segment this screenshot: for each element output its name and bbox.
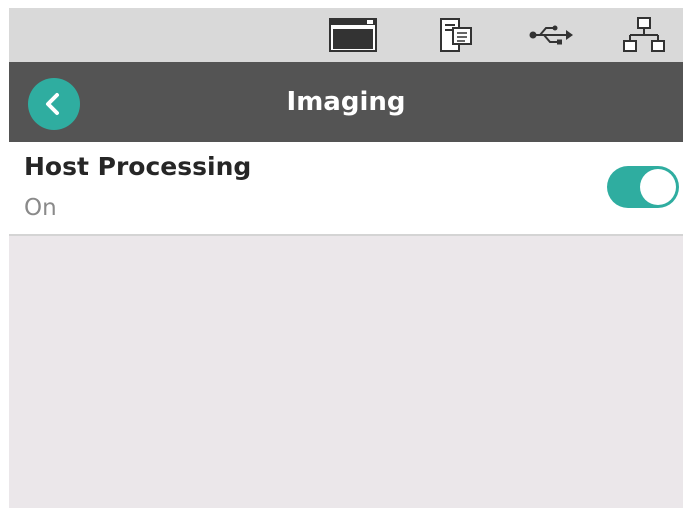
- setting-title: Host Processing: [24, 152, 252, 181]
- empty-content-area: [9, 236, 683, 508]
- setting-row-host-processing[interactable]: Host Processing On: [9, 142, 683, 236]
- document-server-icon: [437, 18, 477, 52]
- screen: Imaging Host Processing On: [9, 8, 683, 508]
- header-bar: Imaging: [9, 62, 683, 142]
- setting-value: On: [24, 195, 57, 221]
- page-title: Imaging: [286, 87, 406, 117]
- usb-icon: [527, 18, 575, 52]
- scanner-display-icon: [327, 18, 379, 52]
- status-bar: [9, 8, 683, 62]
- host-processing-toggle[interactable]: [607, 166, 679, 208]
- toggle-knob: [640, 169, 676, 205]
- network-icon: [621, 17, 667, 52]
